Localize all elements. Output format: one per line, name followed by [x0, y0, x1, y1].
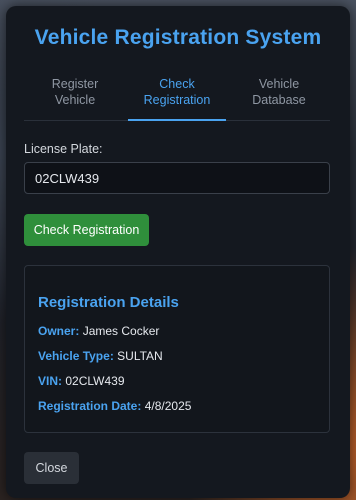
vin-label: VIN:: [38, 374, 62, 388]
check-registration-button[interactable]: Check Registration: [24, 214, 149, 246]
tab-register-vehicle[interactable]: Register Vehicle: [24, 76, 126, 120]
vin-value: 02CLW439: [65, 374, 125, 388]
vehicle-type-label: Vehicle Type:: [38, 349, 114, 363]
registration-details-card: Registration Details Owner: James Cocker…: [24, 265, 330, 433]
page-title: Vehicle Registration System: [34, 26, 322, 49]
registration-date-row: Registration Date: 4/8/2025: [38, 399, 191, 413]
tab-label: Register Vehicle: [51, 77, 99, 107]
tab-vehicle-database[interactable]: Vehicle Database: [228, 76, 330, 120]
close-button[interactable]: Close: [24, 452, 79, 484]
registration-date-label: Registration Date:: [38, 399, 142, 413]
tab-label: Vehicle Database: [252, 77, 306, 107]
owner-row: Owner: James Cocker: [38, 324, 159, 338]
license-plate-label: License Plate:: [24, 142, 103, 156]
details-heading: Registration Details: [38, 294, 179, 311]
vehicle-type-value: SULTAN: [117, 349, 163, 363]
registration-date-value: 4/8/2025: [144, 399, 192, 413]
tab-bar: Register Vehicle Check Registration Vehi…: [24, 76, 330, 121]
owner-value: James Cocker: [82, 324, 160, 338]
vehicle-type-row: Vehicle Type: SULTAN: [38, 349, 163, 363]
vin-row: VIN: 02CLW439: [38, 374, 125, 388]
license-plate-input[interactable]: [24, 162, 330, 194]
registration-panel: Vehicle Registration System Register Veh…: [6, 6, 350, 498]
tab-label: Check Registration: [143, 77, 211, 107]
tab-check-registration[interactable]: Check Registration: [126, 76, 228, 121]
owner-label: Owner:: [38, 324, 80, 338]
